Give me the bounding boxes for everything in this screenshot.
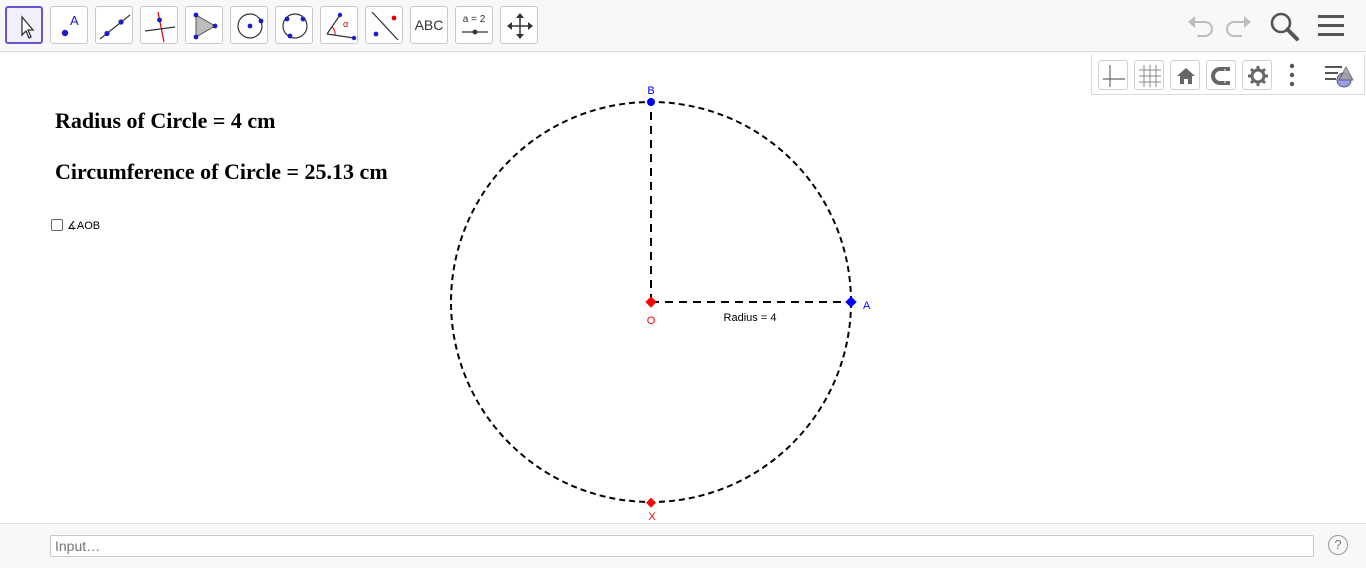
point-x-label: X <box>648 511 656 523</box>
point-tool-label: A <box>70 13 79 28</box>
point-a[interactable] <box>845 296 857 308</box>
move-graphics-view-tool-button[interactable] <box>500 6 538 44</box>
circle-with-center-icon <box>237 13 264 39</box>
reflect-tool-button[interactable] <box>365 6 403 44</box>
angle-tool-label: α <box>343 19 349 29</box>
text-tool-button[interactable]: ABC <box>410 6 448 44</box>
slider-icon <box>462 29 488 35</box>
redo-icon[interactable] <box>1222 12 1254 40</box>
cursor-arrow-icon <box>21 15 35 39</box>
input-bar: ? <box>0 523 1366 568</box>
reflect-about-line-icon <box>371 11 399 41</box>
text-tool-label: ABC <box>414 17 444 33</box>
point-o-label: O <box>647 315 656 327</box>
polygon-triangle-icon <box>193 12 218 40</box>
slider-tool-button[interactable]: a = 2 <box>455 6 493 44</box>
main-menu-icon[interactable] <box>1316 12 1348 40</box>
point-a-label: A <box>863 300 871 312</box>
point-tool-button[interactable]: A <box>50 6 88 44</box>
main-toolbar: A α ABC a = 2 <box>0 0 1366 52</box>
circle-center-point-tool-button[interactable] <box>230 6 268 44</box>
polygon-tool-button[interactable] <box>185 6 223 44</box>
circle-three-points-tool-button[interactable] <box>275 6 313 44</box>
point-b[interactable] <box>647 98 655 106</box>
perpendicular-line-tool-button[interactable] <box>140 6 178 44</box>
input-field[interactable] <box>50 535 1314 557</box>
help-icon[interactable]: ? <box>1328 535 1348 555</box>
circle-three-points-icon <box>282 13 308 39</box>
angle-icon <box>326 12 357 41</box>
move-arrows-icon <box>507 13 533 39</box>
perpendicular-line-icon <box>144 11 176 43</box>
point-b-label: B <box>647 85 654 97</box>
line-through-two-points-icon <box>99 14 131 40</box>
point-x[interactable] <box>646 497 656 508</box>
line-tool-button[interactable] <box>95 6 133 44</box>
search-icon[interactable] <box>1268 10 1302 44</box>
move-tool-button[interactable] <box>5 6 43 44</box>
graphics-view[interactable]: B A O X Radius = 4 <box>0 53 1366 523</box>
angle-tool-button[interactable]: α <box>320 6 358 44</box>
point-o[interactable] <box>645 296 657 308</box>
segment-oa-label: Radius = 4 <box>724 312 777 324</box>
undo-icon[interactable] <box>1185 12 1217 40</box>
